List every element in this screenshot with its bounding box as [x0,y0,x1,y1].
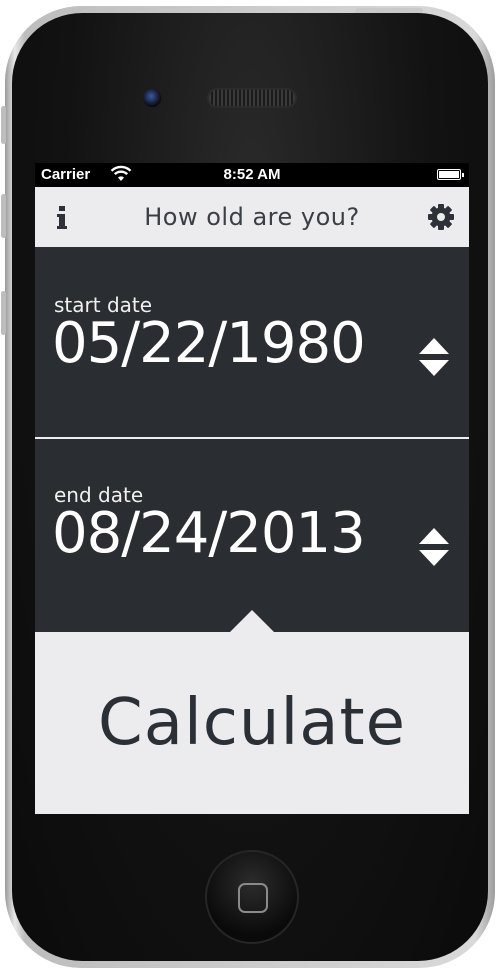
chevron-up-icon [419,338,449,354]
page-title: How old are you? [144,203,360,231]
status-time: 8:52 AM [223,166,281,183]
info-icon[interactable] [55,204,69,230]
app-screen: Carrier 8:52 AM How old are you? start d… [35,163,469,814]
earpiece-speaker [207,88,297,108]
chevron-up-icon [419,528,449,544]
home-button[interactable] [205,850,299,944]
status-bar: Carrier 8:52 AM [35,163,469,187]
volume-down-button [1,291,6,335]
gear-icon[interactable] [427,203,455,231]
front-camera [141,87,163,109]
start-date-section[interactable]: start date 05/22/1980 [35,247,469,439]
start-date-value[interactable]: 05/22/1980 [52,311,366,376]
battery-icon [437,169,464,180]
pointer-notch [230,610,274,632]
mute-switch [1,106,6,144]
start-date-stepper[interactable] [417,335,451,379]
calculate-label: Calculate [98,686,406,760]
chevron-down-icon [419,360,449,376]
volume-up-button [1,194,6,238]
end-date-stepper[interactable] [417,525,451,569]
calculate-button[interactable]: Calculate [35,610,469,814]
navigation-bar: How old are you? [35,187,469,247]
end-date-value[interactable]: 08/24/2013 [52,501,366,566]
end-date-section[interactable]: end date 08/24/2013 [35,439,469,631]
chevron-down-icon [419,550,449,566]
home-square-icon [238,883,268,913]
